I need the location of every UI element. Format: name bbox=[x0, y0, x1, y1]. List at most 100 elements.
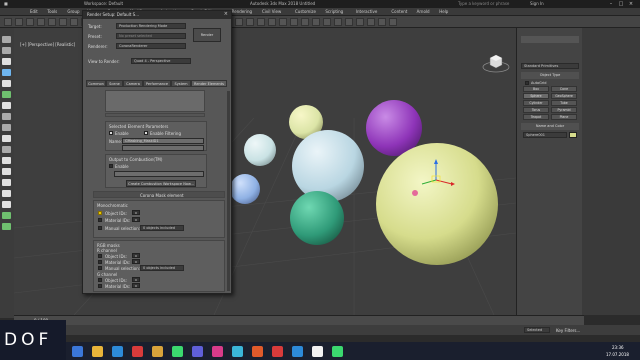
toolbar-button[interactable] bbox=[312, 18, 320, 26]
viewcube-icon[interactable] bbox=[482, 50, 510, 74]
menu-item-help[interactable]: Help bbox=[439, 9, 448, 14]
left-strip-icon[interactable] bbox=[2, 113, 11, 120]
toolbar-button[interactable] bbox=[59, 18, 67, 26]
cylinder-button[interactable]: Cylinder bbox=[523, 100, 549, 106]
render-button[interactable]: Render bbox=[193, 28, 221, 42]
name-color-rollout[interactable]: Name and Color bbox=[521, 123, 579, 130]
target-dropdown[interactable]: Production Rendering Mode bbox=[116, 23, 186, 29]
transform-gizmo[interactable] bbox=[416, 158, 456, 198]
taskbar-app-icon[interactable] bbox=[292, 346, 303, 357]
sign-in-link[interactable]: Sign In bbox=[530, 1, 544, 6]
dialog-scrollbar[interactable] bbox=[227, 91, 230, 291]
workspace-label[interactable]: Workspace: Default bbox=[84, 1, 123, 6]
r-material-id-spinner[interactable]: 0 bbox=[132, 259, 140, 264]
menu-item-group[interactable]: Group bbox=[67, 9, 79, 14]
taskbar-app-icon[interactable] bbox=[152, 346, 163, 357]
object-name-input[interactable]: Sphere001 bbox=[523, 132, 567, 138]
g-object-id-checkbox[interactable] bbox=[98, 278, 102, 282]
dialog-close-icon[interactable]: × bbox=[224, 11, 228, 17]
taskbar-app-icon[interactable] bbox=[72, 346, 83, 357]
autogrid-checkbox[interactable] bbox=[525, 81, 529, 85]
taskbar-app-icon[interactable] bbox=[92, 346, 103, 357]
left-strip-icon[interactable] bbox=[2, 168, 11, 175]
toolbar-button[interactable] bbox=[345, 18, 353, 26]
toolbar-button[interactable] bbox=[378, 18, 386, 26]
mask-rollout-header[interactable]: Corona Mask element bbox=[93, 191, 225, 198]
tab-system[interactable]: System bbox=[171, 80, 191, 87]
path-input[interactable] bbox=[122, 145, 204, 151]
menu-item-content[interactable]: Content bbox=[391, 9, 407, 14]
object-id-checkbox[interactable] bbox=[98, 211, 102, 215]
selection-dropdown[interactable]: Selected bbox=[524, 327, 550, 333]
g-object-id-spinner[interactable]: 0 bbox=[132, 277, 140, 282]
r-material-id-checkbox[interactable] bbox=[98, 260, 102, 264]
torus-button[interactable]: Torus bbox=[523, 107, 549, 113]
left-strip-icon[interactable] bbox=[2, 201, 11, 208]
category-dropdown[interactable]: Standard Primitives bbox=[521, 63, 579, 69]
left-strip-icon[interactable] bbox=[2, 146, 11, 153]
taskbar-app-icon[interactable] bbox=[312, 346, 323, 357]
toolbar-button[interactable] bbox=[70, 18, 78, 26]
toolbar-button[interactable] bbox=[4, 18, 12, 26]
elements-list[interactable] bbox=[105, 90, 205, 112]
teapot-button[interactable]: Teapot bbox=[523, 114, 549, 120]
taskbar-app-icon[interactable] bbox=[332, 346, 343, 357]
tab-render-elements[interactable]: Render Elements bbox=[191, 80, 227, 87]
menu-item-scripting[interactable]: Scripting bbox=[325, 9, 343, 14]
left-strip-icon[interactable] bbox=[2, 157, 11, 164]
menu-item-tools[interactable]: Tools bbox=[47, 9, 57, 14]
tab-scene[interactable]: Scene bbox=[106, 80, 123, 87]
combustion-path-input[interactable] bbox=[114, 171, 204, 177]
taskbar-app-icon[interactable] bbox=[192, 346, 203, 357]
pyramid-button[interactable]: Pyramid bbox=[551, 107, 577, 113]
object-color-swatch[interactable] bbox=[569, 132, 577, 138]
material-id-checkbox[interactable] bbox=[98, 218, 102, 222]
toolbar-button[interactable] bbox=[26, 18, 34, 26]
left-strip-icon[interactable] bbox=[2, 69, 11, 76]
left-strip-icon[interactable] bbox=[2, 124, 11, 131]
menu-item-edit[interactable]: Edit bbox=[30, 9, 38, 14]
r-objects-included-dropdown[interactable]: 0 objects included bbox=[140, 265, 184, 271]
enable-filtering-checkbox[interactable] bbox=[144, 131, 148, 135]
taskbar-app-icon[interactable] bbox=[172, 346, 183, 357]
elements-list-scrollbar[interactable] bbox=[105, 113, 205, 117]
search-input[interactable]: Type a keyword or phrase bbox=[458, 1, 509, 6]
tube-button[interactable]: Tube bbox=[551, 100, 577, 106]
toolbar-button[interactable] bbox=[48, 18, 56, 26]
taskbar-app-icon[interactable] bbox=[272, 346, 283, 357]
toolbar-button[interactable] bbox=[356, 18, 364, 26]
create-workspace-button[interactable]: Create Combustion Workspace Now... bbox=[126, 180, 196, 187]
material-id-spinner[interactable]: 0 bbox=[132, 217, 140, 222]
preset-dropdown[interactable]: No preset selected bbox=[116, 33, 186, 39]
tab-common[interactable]: Common bbox=[86, 80, 106, 87]
left-strip-icon[interactable] bbox=[2, 102, 11, 109]
menu-item-civil-view[interactable]: Civil View bbox=[262, 9, 281, 14]
toolbar-button[interactable] bbox=[279, 18, 287, 26]
left-strip-icon[interactable] bbox=[2, 47, 11, 54]
sphere-button[interactable]: Sphere bbox=[523, 93, 549, 99]
left-strip-icon[interactable] bbox=[2, 91, 11, 98]
cone-button[interactable]: Cone bbox=[551, 86, 577, 92]
toolbar-button[interactable] bbox=[235, 18, 243, 26]
taskbar-app-icon[interactable] bbox=[232, 346, 243, 357]
toolbar-button[interactable] bbox=[290, 18, 298, 26]
toolbar-button[interactable] bbox=[334, 18, 342, 26]
left-strip-icon[interactable] bbox=[2, 36, 11, 43]
object-id-spinner[interactable]: 0 bbox=[132, 210, 140, 215]
close-icon[interactable]: × bbox=[626, 1, 636, 7]
sphere-blue[interactable] bbox=[230, 174, 260, 204]
left-strip-icon[interactable] bbox=[2, 212, 11, 219]
taskbar-app-icon[interactable] bbox=[212, 346, 223, 357]
menu-item-interactive[interactable]: Interactive bbox=[356, 9, 378, 14]
enable-checkbox[interactable] bbox=[109, 131, 113, 135]
left-strip-icon[interactable] bbox=[2, 58, 11, 65]
timeline[interactable]: 0 / 100 bbox=[14, 315, 584, 325]
dialog-title[interactable]: Render Setup: Default S... bbox=[83, 11, 231, 19]
menu-item-arnold[interactable]: Arnold bbox=[417, 9, 430, 14]
left-strip-icon[interactable] bbox=[2, 179, 11, 186]
tab-performance[interactable]: Performance bbox=[143, 80, 171, 87]
menu-item-rendering[interactable]: Rendering bbox=[232, 9, 252, 14]
toolbar-button[interactable] bbox=[323, 18, 331, 26]
toolbar-button[interactable] bbox=[367, 18, 375, 26]
geosphere-button[interactable]: GeoSphere bbox=[551, 93, 577, 99]
